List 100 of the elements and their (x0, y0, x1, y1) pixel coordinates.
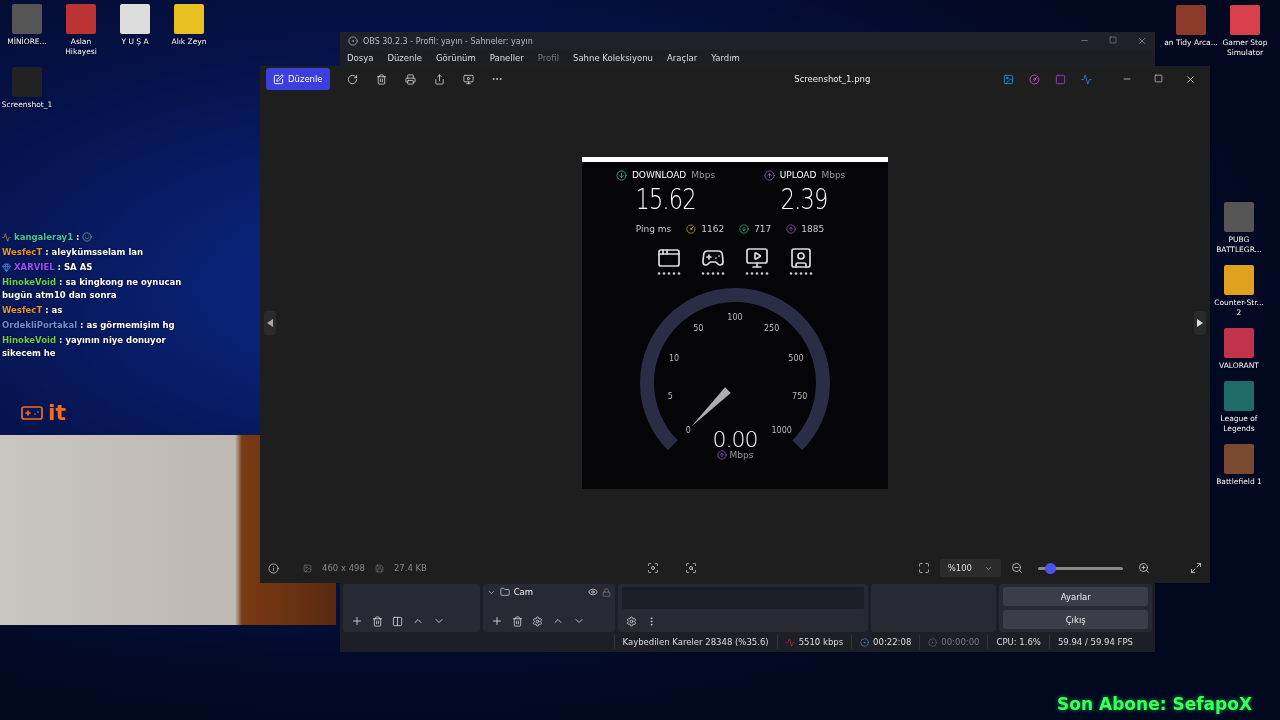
close-icon[interactable] (1137, 36, 1147, 46)
slider-thumb[interactable] (1045, 562, 1057, 574)
caret-left-icon (267, 318, 273, 327)
chat-message: OrdekliPortakal : as görmemişim hg (2, 319, 175, 332)
zoom-dropdown[interactable]: %100 (939, 559, 1001, 577)
cpu-usage: CPU: 1.6% (996, 637, 1041, 647)
gauge-value: 0.00 (712, 426, 758, 452)
lock-icon[interactable] (602, 587, 612, 597)
settings-icon[interactable] (626, 616, 638, 627)
fit-icon[interactable] (917, 562, 930, 574)
print-icon[interactable] (404, 73, 416, 85)
file-size: 27.4 KB (393, 563, 427, 573)
gauge-tick-label: 250 (764, 323, 780, 333)
gauge-tick-label: 1000 (771, 425, 792, 435)
menu-item[interactable]: Sahne Koleksiyonu (573, 53, 653, 63)
gauge-tick-label: 50 (693, 323, 704, 333)
menu-item[interactable]: Düzenle (387, 53, 423, 63)
rating-dots-icon (701, 271, 725, 275)
visibility-icon[interactable] (588, 587, 599, 597)
ping-value: 717 (754, 223, 772, 234)
zoom-out-icon[interactable] (1011, 562, 1023, 574)
upload-icon (786, 223, 797, 234)
ping-value: 1162 (701, 223, 725, 234)
control-button[interactable]: Çıkış (1003, 610, 1148, 629)
menu-item[interactable]: Görünüm (436, 53, 476, 63)
edit-icon (273, 73, 284, 85)
edit-button[interactable]: Düzenle (266, 68, 330, 90)
gauge-tick-label: 100 (727, 312, 743, 322)
menu-item[interactable]: Paneller (489, 53, 524, 63)
file-size-icon (374, 563, 384, 573)
dropped-frames: Kaybedilen Kareler 28348 (%35.6) (622, 637, 769, 647)
image-size-icon (303, 563, 312, 573)
previous-button[interactable] (264, 310, 276, 335)
next-button[interactable] (1194, 310, 1206, 335)
window-title: OBS 30.2.3 - Profil: yayın - Sahneler: yayın (363, 36, 534, 46)
add-icon[interactable] (351, 615, 363, 627)
chat-message: XARVIEL : SA AS (14, 261, 93, 274)
source-item[interactable]: Cam (513, 587, 585, 597)
menu-item[interactable]: Yardım (711, 53, 740, 63)
maximize-icon[interactable] (1109, 36, 1117, 44)
video-icon (745, 245, 769, 270)
upload-icon (763, 169, 775, 181)
info-icon[interactable] (268, 562, 279, 574)
record-icon (928, 637, 938, 647)
chat-message: kangaleray1 : (14, 231, 80, 244)
close-icon[interactable] (1185, 73, 1196, 85)
emote-icon (82, 232, 93, 242)
unit-label: Mbps (821, 170, 846, 180)
bitrate: 5510 kbps (798, 637, 844, 647)
fps-counter: 59.94 / 59.94 FPS (1057, 637, 1133, 647)
download-icon (739, 223, 750, 234)
chat-message: WesfecT : as (2, 304, 63, 317)
delete-icon[interactable] (372, 615, 383, 627)
rating-dots-icon (745, 271, 769, 275)
subscriber-banner-text: Son Abone: SefapoX (1057, 694, 1252, 714)
control-button[interactable]: Ayarlar (1003, 587, 1148, 606)
scan-icon[interactable] (685, 562, 698, 574)
app-icon[interactable] (1003, 73, 1014, 85)
gauge-tick-label: 5 (667, 391, 673, 401)
overlay-logo-text: it (48, 400, 67, 425)
add-icon[interactable] (490, 615, 503, 627)
settings-icon[interactable] (531, 615, 543, 627)
stream-icon (860, 637, 870, 647)
chat-message: HinokeVoid : yayının niye donuyor sikecem he (2, 334, 167, 360)
record-time: 00:00:00 (941, 637, 980, 647)
crop-icon[interactable] (647, 562, 660, 574)
rating-dots-icon (657, 271, 681, 275)
app-icon[interactable] (1029, 73, 1040, 85)
delete-icon[interactable] (511, 615, 523, 627)
zoom-in-icon[interactable] (1138, 562, 1150, 574)
gauge-unit: Mbps (729, 449, 754, 460)
rotate-icon[interactable] (346, 73, 358, 85)
upload-value: 2.39 (781, 182, 828, 216)
gauge-needle (691, 386, 731, 427)
chat-badge-icon (2, 263, 11, 272)
panel-icon[interactable] (392, 615, 403, 627)
app-icon[interactable] (1081, 73, 1092, 85)
file-title: Screenshot_1.png (793, 74, 872, 84)
rating-dots-icon (789, 271, 813, 275)
gauge-tick-label: 0 (685, 425, 691, 435)
unit-label: Mbps (691, 170, 716, 180)
delete-icon[interactable] (375, 73, 387, 85)
gauge-tick-label: 500 (788, 353, 804, 363)
menu-item[interactable]: Araçlar (667, 53, 698, 63)
ping-label: Ping ms (635, 223, 672, 234)
download-label: DOWNLOAD (631, 170, 687, 180)
app-logo-icon (348, 36, 358, 46)
fullscreen-icon[interactable] (1190, 562, 1202, 574)
ping-icon (686, 223, 697, 234)
slideshow-icon[interactable] (462, 73, 474, 85)
upload-icon (716, 449, 727, 460)
caret-right-icon (1197, 318, 1203, 327)
app-icon[interactable] (1055, 73, 1066, 85)
stream-time: 00:22:08 (873, 637, 912, 647)
download-value: 15.62 (635, 182, 696, 216)
chat-message: HinokeVoid : sa kingkong ne oynucan bugün atm10 dan sonra (2, 276, 183, 302)
share-icon[interactable] (433, 73, 445, 85)
network-icon (785, 637, 795, 647)
menu-item[interactable]: Dosya (347, 53, 374, 63)
ping-value: 1885 (801, 223, 825, 234)
